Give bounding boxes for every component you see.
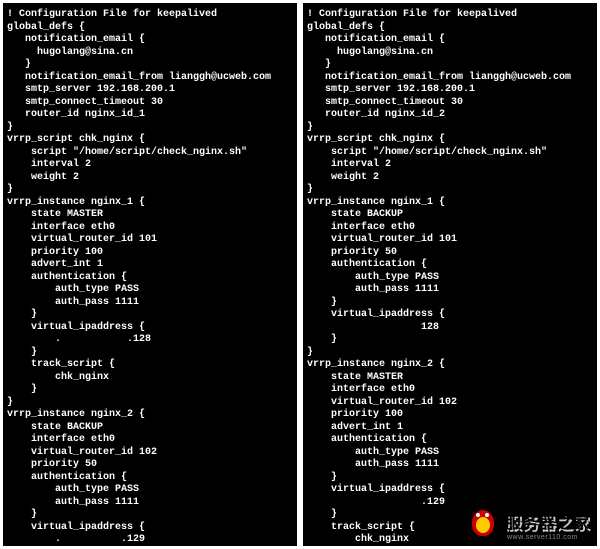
config-line: virtual_ipaddress {: [307, 309, 593, 322]
config-line: }: [7, 59, 293, 72]
config-line: auth_type PASS: [7, 284, 293, 297]
config-line: interface eth0: [7, 434, 293, 447]
config-line: ! Configuration File for keepalived: [7, 9, 293, 22]
config-line: hugolang@sina.cn: [307, 47, 593, 60]
config-line: interface eth0: [307, 384, 593, 397]
config-line: ! Configuration File for keepalived: [307, 9, 593, 22]
config-line: auth_type PASS: [307, 447, 593, 460]
config-line: hugolang@sina.cn: [7, 47, 293, 60]
config-line: smtp_connect_timeout 30: [307, 97, 593, 110]
penguin-logo-icon: [465, 503, 501, 539]
config-line: authentication {: [307, 259, 593, 272]
config-line: interval 2: [7, 159, 293, 172]
config-line: state MASTER: [307, 372, 593, 385]
config-line: vrrp_instance nginx_1 {: [7, 197, 293, 210]
config-line: notification_email {: [307, 34, 593, 47]
config-line: auth_type PASS: [7, 484, 293, 497]
config-line: vrrp_instance nginx_1 {: [307, 197, 593, 210]
config-line: virtual_router_id 102: [307, 397, 593, 410]
config-line: advert_int 1: [7, 259, 293, 272]
config-line: notification_email_from lianggh@ucweb.co…: [7, 72, 293, 85]
config-line: state MASTER: [7, 209, 293, 222]
config-line: script "/home/script/check_nginx.sh": [307, 147, 593, 160]
config-line: smtp_server 192.168.200.1: [307, 84, 593, 97]
config-line: auth_pass 1111: [307, 284, 593, 297]
config-line: }: [7, 509, 293, 522]
config-line: state BACKUP: [307, 209, 593, 222]
config-line: router_id nginx_id_2: [307, 109, 593, 122]
config-line: }: [307, 347, 593, 360]
config-line: 128: [307, 322, 593, 335]
config-line: smtp_connect_timeout 30: [7, 97, 293, 110]
config-line: . .129: [7, 534, 293, 546]
config-line: virtual_router_id 101: [307, 234, 593, 247]
config-line: weight 2: [307, 172, 593, 185]
watermark-text: 服务器之家: [505, 515, 590, 532]
watermark: 服务器之家 www.server110.com: [465, 503, 590, 539]
config-line: }: [307, 122, 593, 135]
config-line: virtual_router_id 101: [7, 234, 293, 247]
config-line: interface eth0: [307, 222, 593, 235]
config-line: virtual_ipaddress {: [7, 322, 293, 335]
config-line: }: [7, 384, 293, 397]
config-line: auth_pass 1111: [7, 297, 293, 310]
terminal-right: ! Configuration File for keepalivedgloba…: [303, 3, 597, 546]
config-line: chk_nginx: [7, 372, 293, 385]
watermark-url: www.server110.com: [507, 534, 578, 541]
config-line: virtual_ipaddress {: [7, 522, 293, 535]
config-line: auth_type PASS: [307, 272, 593, 285]
config-line: }: [307, 59, 593, 72]
config-line: global_defs {: [7, 22, 293, 35]
config-line: authentication {: [7, 472, 293, 485]
config-line: authentication {: [307, 434, 593, 447]
config-line: }: [307, 184, 593, 197]
config-line: smtp_server 192.168.200.1: [7, 84, 293, 97]
config-line: }: [7, 347, 293, 360]
config-line: }: [7, 184, 293, 197]
config-line: track_script {: [7, 359, 293, 372]
config-line: weight 2: [7, 172, 293, 185]
config-line: }: [307, 472, 593, 485]
config-line: vrrp_instance nginx_2 {: [7, 409, 293, 422]
config-line: vrrp_script chk_nginx {: [307, 134, 593, 147]
config-line: auth_pass 1111: [7, 497, 293, 510]
config-line: }: [7, 397, 293, 410]
config-line: interface eth0: [7, 222, 293, 235]
config-line: priority 50: [307, 247, 593, 260]
config-line: vrrp_instance nginx_2 {: [307, 359, 593, 372]
config-line: global_defs {: [307, 22, 593, 35]
config-line: vrrp_script chk_nginx {: [7, 134, 293, 147]
config-line: }: [7, 122, 293, 135]
config-line: . .128: [7, 334, 293, 347]
config-line: interval 2: [307, 159, 593, 172]
config-line: }: [307, 334, 593, 347]
config-line: }: [307, 297, 593, 310]
config-line: priority 100: [307, 409, 593, 422]
config-line: notification_email_from lianggh@ucweb.co…: [307, 72, 593, 85]
config-line: notification_email {: [7, 34, 293, 47]
config-line: router_id nginx_id_1: [7, 109, 293, 122]
config-line: authentication {: [7, 272, 293, 285]
config-line: script "/home/script/check_nginx.sh": [7, 147, 293, 160]
config-line: virtual_ipaddress {: [307, 484, 593, 497]
terminal-left: ! Configuration File for keepalivedgloba…: [3, 3, 297, 546]
config-line: advert_int 1: [307, 422, 593, 435]
config-line: virtual_router_id 102: [7, 447, 293, 460]
config-line: priority 50: [7, 459, 293, 472]
config-line: state BACKUP: [7, 422, 293, 435]
config-line: auth_pass 1111: [307, 459, 593, 472]
config-line: }: [7, 309, 293, 322]
config-line: priority 100: [7, 247, 293, 260]
